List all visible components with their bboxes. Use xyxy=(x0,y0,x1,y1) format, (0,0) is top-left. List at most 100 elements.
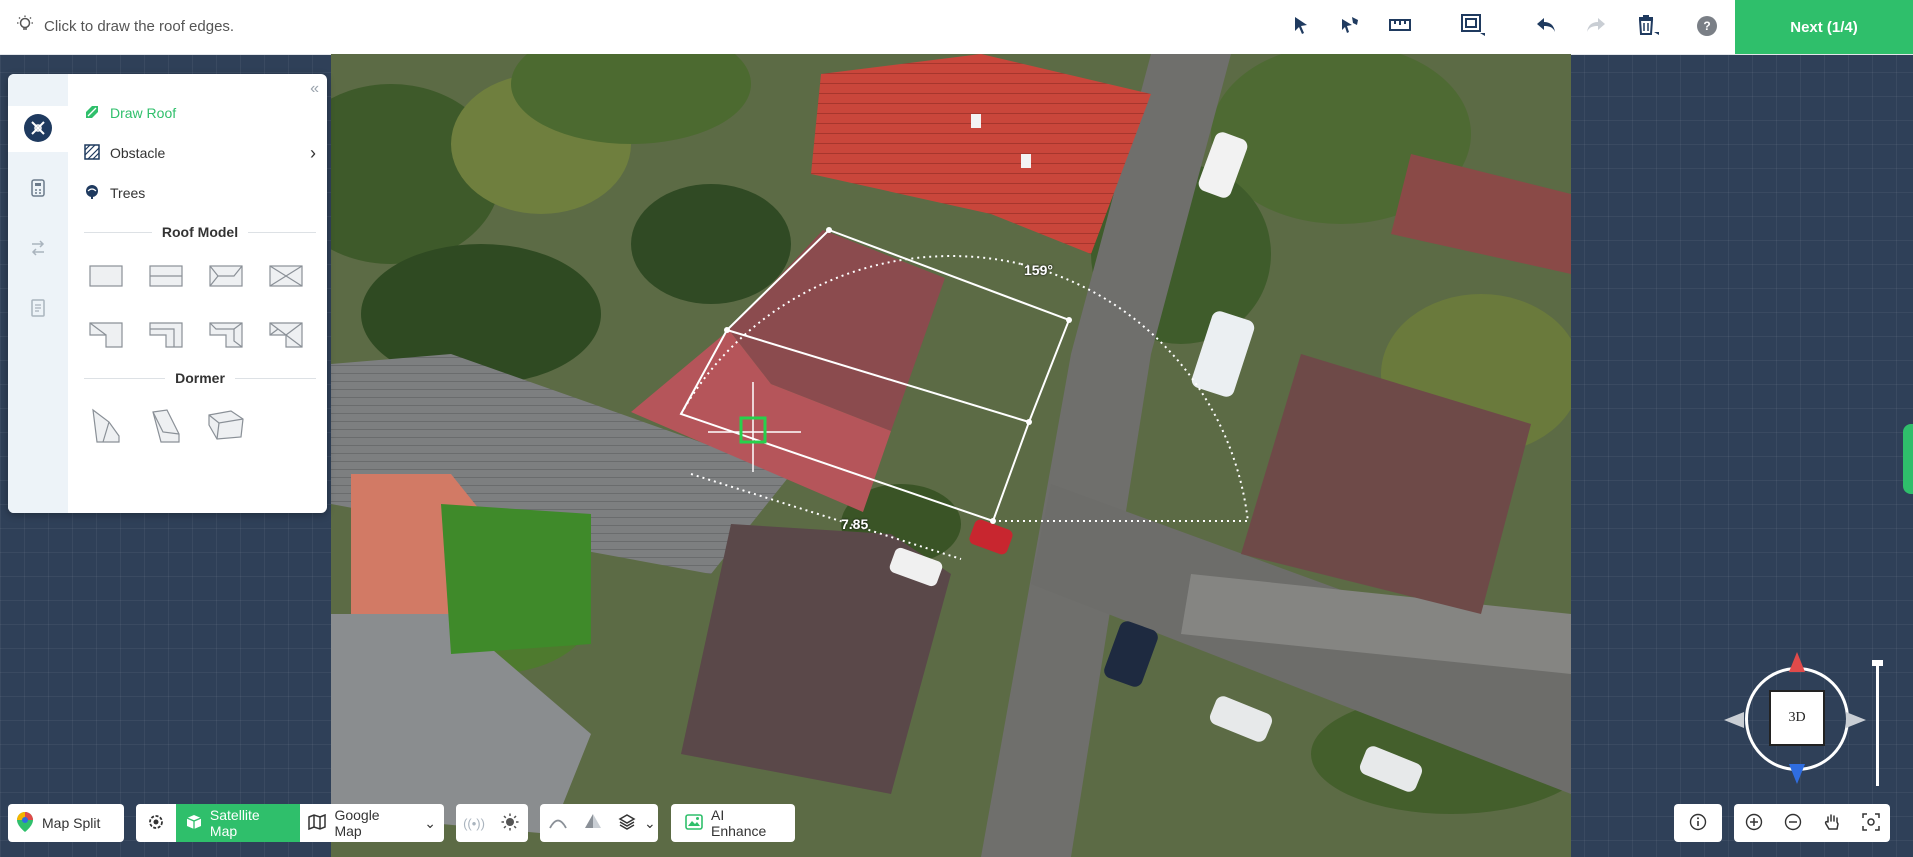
roof-model-l-hip-button[interactable] xyxy=(204,319,248,353)
obstacle-label: Obstacle xyxy=(110,145,166,161)
obstacle-icon xyxy=(84,143,100,163)
draw-roof-label: Draw Roof xyxy=(110,105,177,121)
dormer-gable-button[interactable] xyxy=(84,404,128,448)
settings-gear-icon xyxy=(147,813,165,834)
hint-text: Click to draw the roof edges. xyxy=(44,17,235,35)
ai-enhance-control: AI Enhance xyxy=(671,804,795,842)
trash-icon xyxy=(1636,14,1660,39)
sun-button[interactable] xyxy=(492,804,528,842)
tab-calculator[interactable] xyxy=(8,166,68,212)
3d-view-button[interactable]: 3D xyxy=(1769,690,1825,746)
google-map-select[interactable]: Google Map ⌄ xyxy=(300,804,444,842)
hand-icon xyxy=(1823,813,1841,834)
l-shed-roof-icon xyxy=(89,321,123,351)
image-enhance-icon xyxy=(685,813,703,834)
map-settings-button[interactable] xyxy=(136,804,176,842)
zoom-in-icon xyxy=(1745,813,1763,834)
roof-model-gable-button[interactable] xyxy=(144,260,188,294)
dormer-hip-button[interactable] xyxy=(144,404,188,448)
l-gable-roof-icon xyxy=(149,321,183,351)
tab-report[interactable] xyxy=(8,286,68,332)
double-chevron-left-icon: « xyxy=(310,80,319,97)
view-mode-controls: ⌄ xyxy=(540,804,658,842)
roof-model-title: Roof Model xyxy=(161,224,239,240)
undo-icon xyxy=(1535,15,1557,38)
tab-connections[interactable] xyxy=(8,226,68,272)
split-shade-icon xyxy=(584,813,602,834)
zoom-slider[interactable] xyxy=(1876,660,1879,786)
fit-area-button[interactable] xyxy=(1459,12,1487,40)
chevron-down-icon: ⌄ xyxy=(644,814,656,831)
map-source-control: Satellite Map Google Map ⌄ xyxy=(136,804,444,842)
zoom-out-icon xyxy=(1784,813,1802,834)
crop-frame-icon xyxy=(1460,13,1486,40)
satellite-map-view[interactable]: 159° 7.85 xyxy=(331,54,1571,857)
dormer-shed-button[interactable] xyxy=(204,404,248,448)
fit-view-button[interactable] xyxy=(1858,804,1884,842)
edit-points-button[interactable] xyxy=(1336,12,1364,40)
help-button[interactable]: ? xyxy=(1693,12,1721,40)
satellite-map-button[interactable]: Satellite Map xyxy=(175,804,301,842)
chevron-down-icon: ⌄ xyxy=(424,814,436,831)
map-split-label: Map Split xyxy=(42,815,101,831)
select-tool-button[interactable] xyxy=(1287,12,1315,40)
zoom-out-button[interactable] xyxy=(1780,804,1806,842)
map-split-control: Map Split xyxy=(8,804,124,842)
zoom-in-button[interactable] xyxy=(1741,804,1767,842)
roof-model-flat-button[interactable] xyxy=(84,260,128,294)
pan-button[interactable] xyxy=(1819,804,1845,842)
roof-model-l-gable-button[interactable] xyxy=(144,319,188,353)
tree-icon xyxy=(84,184,100,203)
trees-item[interactable]: Trees xyxy=(84,180,145,206)
gable-roof-icon xyxy=(149,264,183,290)
map-split-button[interactable]: Map Split xyxy=(8,804,108,842)
right-panel-toggle[interactable] xyxy=(1903,424,1913,494)
layers-icon xyxy=(618,813,636,834)
curve-tool-button[interactable] xyxy=(540,804,576,842)
signal-button[interactable]: ((•)) xyxy=(456,804,492,842)
roof-model-l-shed-button[interactable] xyxy=(84,319,128,353)
roof-model-hip-button[interactable] xyxy=(204,260,248,294)
info-control xyxy=(1674,804,1722,842)
redo-button[interactable] xyxy=(1582,12,1610,40)
delete-button[interactable] xyxy=(1634,12,1662,40)
map-pin-icon xyxy=(16,811,34,836)
curve-icon xyxy=(548,815,568,832)
roof-model-heading: Roof Model xyxy=(84,224,316,240)
roof-model-pyramid-button[interactable] xyxy=(264,260,308,294)
dormer-heading: Dormer xyxy=(84,370,316,386)
map-fold-icon xyxy=(308,813,327,833)
ruler-icon xyxy=(1389,15,1411,38)
next-step-button[interactable]: Next (1/4) xyxy=(1735,0,1913,54)
flat-roof-icon xyxy=(89,264,123,290)
drawing-tools-panel: « Draw Roof Obstacle › Trees Roof Model xyxy=(8,74,327,513)
trees-label: Trees xyxy=(110,185,146,201)
sun-icon xyxy=(501,813,519,834)
cursor-arrow-icon xyxy=(1291,15,1311,38)
pyramid-roof-icon xyxy=(269,264,303,290)
top-toolbar: Click to draw the roof edges. ? Next (1/… xyxy=(0,0,1913,55)
google-map-label: Google Map xyxy=(334,807,380,839)
panel-tab-rail xyxy=(8,74,68,513)
route-icon xyxy=(29,239,47,260)
focus-frame-icon xyxy=(1861,812,1880,834)
mirror-tool-button[interactable] xyxy=(576,804,610,842)
tab-draw[interactable] xyxy=(8,106,68,152)
hip-roof-icon xyxy=(209,264,243,290)
redo-icon xyxy=(1585,15,1607,38)
roof-model-l-pyramid-button[interactable] xyxy=(264,319,308,353)
measure-tool-button[interactable] xyxy=(1386,12,1414,40)
ai-enhance-button[interactable]: AI Enhance xyxy=(671,804,795,842)
info-button[interactable] xyxy=(1681,804,1715,842)
hip-dormer-icon xyxy=(149,406,183,447)
zoom-slider-handle[interactable] xyxy=(1872,660,1883,666)
obstacle-item[interactable]: Obstacle › xyxy=(84,140,316,166)
collapse-panel-button[interactable]: « xyxy=(310,80,319,98)
layers-select[interactable]: ⌄ xyxy=(610,804,664,842)
ai-enhance-label: AI Enhance xyxy=(711,807,767,839)
undo-button[interactable] xyxy=(1532,12,1560,40)
gable-dormer-icon xyxy=(89,406,123,447)
chevron-right-icon: › xyxy=(310,142,316,163)
draw-roof-item[interactable]: Draw Roof xyxy=(84,100,176,126)
calculator-icon xyxy=(30,178,46,200)
